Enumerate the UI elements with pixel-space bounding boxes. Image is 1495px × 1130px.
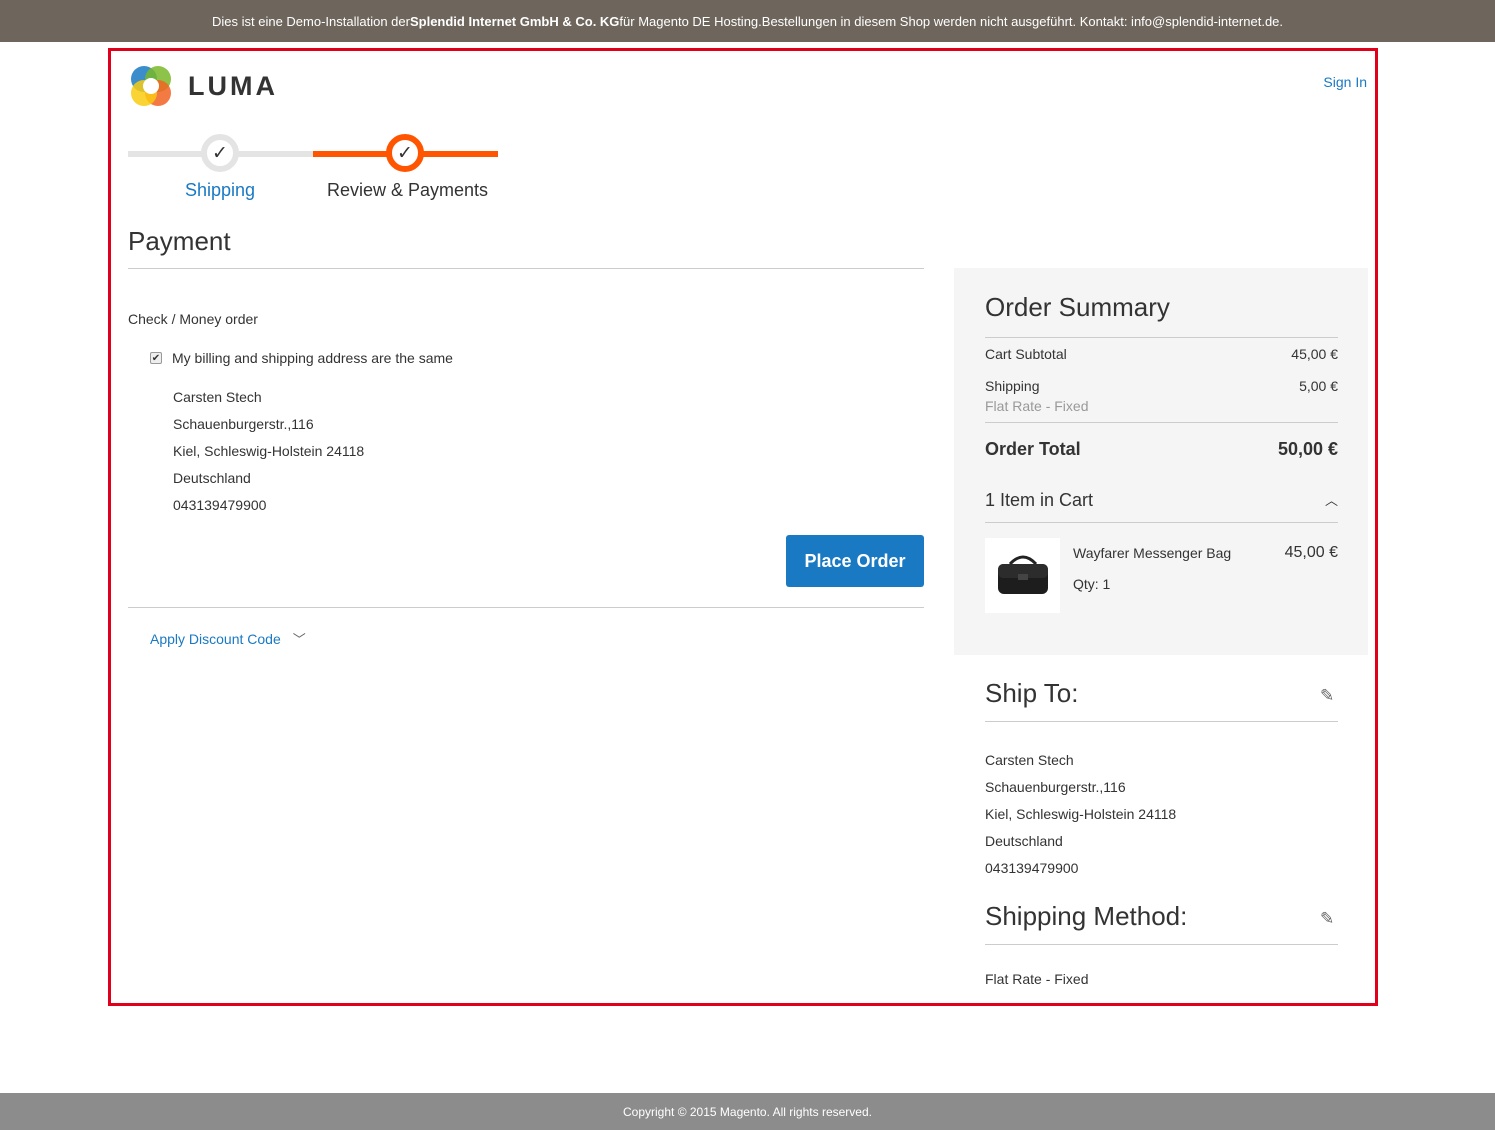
same-address-row[interactable]: ✔ My billing and shipping address are th… [150,350,453,366]
ship-to-street: Schauenburgerstr.,116 [985,779,1126,795]
ship-to-name: Carsten Stech [985,752,1074,768]
chevron-up-icon[interactable]: ︿ [1325,490,1338,511]
apply-discount-toggle[interactable]: Apply Discount Code ﹀ [150,629,306,648]
ship-to-phone: 043139479900 [985,860,1079,876]
billing-phone: 043139479900 [173,497,267,513]
items-in-cart-toggle[interactable]: 1 Item in Cart ︿ [985,490,1338,511]
ship-to-title: Ship To: [985,678,1079,708]
demo-notice-bar: Dies ist eine Demo-Installation der Sple… [0,0,1495,42]
messenger-bag-icon [997,555,1048,594]
billing-name: Carsten Stech [173,389,262,405]
demo-notice-text-before: Dies ist eine Demo-Installation der [211,13,410,29]
luma-logo[interactable]: LUMA [128,63,278,109]
summary-divider-top [985,337,1338,338]
payment-divider [128,268,924,269]
summary-divider-total [985,422,1338,423]
sign-in-link[interactable]: Sign In [1323,74,1367,90]
shipping-method-title: Shipping Method: [985,901,1188,931]
shipping-method-divider [985,944,1338,945]
place-order-button[interactable]: Place Order [786,535,924,587]
order-total-label: Order Total [985,439,1081,459]
discount-divider [128,607,924,608]
footer: Copyright © 2015 Magento. All rights res… [0,1093,1495,1130]
product-thumbnail [985,538,1060,613]
demo-notice-text-after: für Magento DE Hosting.Bestellungen in d… [619,13,1284,29]
order-summary-title: Order Summary [985,292,1170,322]
shipping-method-sub: Flat Rate - Fixed [985,398,1089,414]
shipping-label: Shipping [985,378,1040,394]
shipping-row: Shipping 5,00 € [985,378,1338,394]
logo-text: LUMA [188,70,278,101]
ship-to-divider [985,721,1338,722]
demo-notice-company: Splendid Internet GmbH & Co. KG [409,13,620,29]
items-in-cart-label: 1 Item in Cart [985,490,1094,510]
items-divider [985,522,1338,523]
billing-street: Schauenburgerstr.,116 [173,416,314,432]
product-price: 45,00 € [1284,544,1338,561]
apply-discount-label: Apply Discount Code [150,630,281,647]
subtotal-label: Cart Subtotal [985,346,1067,362]
product-name: Wayfarer Messenger Bag [1073,545,1232,561]
shipping-method-value: Flat Rate - Fixed [985,971,1089,987]
payment-method-label: Check / Money order [128,311,258,327]
step-review-label: Review & Payments [327,180,489,200]
order-total-row: Order Total 50,00 € [985,439,1338,460]
billing-country: Deutschland [173,470,251,486]
step-review-check-icon: ✓ [386,134,424,172]
step-shipping-check-icon[interactable]: ✓ [201,134,239,172]
shipping-method-edit-pencil-icon[interactable]: ✎ [1320,909,1334,929]
chevron-down-icon: ﹀ [292,632,306,647]
product-qty: Qty: 1 [1073,576,1111,592]
payment-title: Payment [128,226,231,256]
same-address-label: My billing and shipping address are the … [172,350,453,366]
ship-to-city: Kiel, Schleswig-Holstein 24118 [985,806,1177,822]
ship-to-country: Deutschland [985,833,1063,849]
order-total-value: 50,00 € [1277,439,1338,459]
checkout-progress-bar: ✓ ✓ Shipping Review & Payments [128,130,498,205]
billing-city: Kiel, Schleswig-Holstein 24118 [173,443,365,459]
ship-to-edit-pencil-icon[interactable]: ✎ [1320,686,1334,706]
luma-logo-icon [131,66,171,106]
order-summary-panel: Order Summary Cart Subtotal 45,00 € Ship… [954,268,1368,655]
subtotal-value: 45,00 € [1291,346,1338,362]
step-shipping-label[interactable]: Shipping [185,180,255,201]
same-address-checkbox[interactable]: ✔ [150,352,162,364]
ship-to-address: Carsten Stech Schauenburgerstr.,116 Kiel… [985,747,1176,882]
shipping-value: 5,00 € [1299,378,1338,394]
billing-address: Carsten Stech Schauenburgerstr.,116 Kiel… [173,384,364,519]
footer-copyright: Copyright © 2015 Magento. All rights res… [623,1104,872,1119]
subtotal-row: Cart Subtotal 45,00 € [985,346,1338,362]
